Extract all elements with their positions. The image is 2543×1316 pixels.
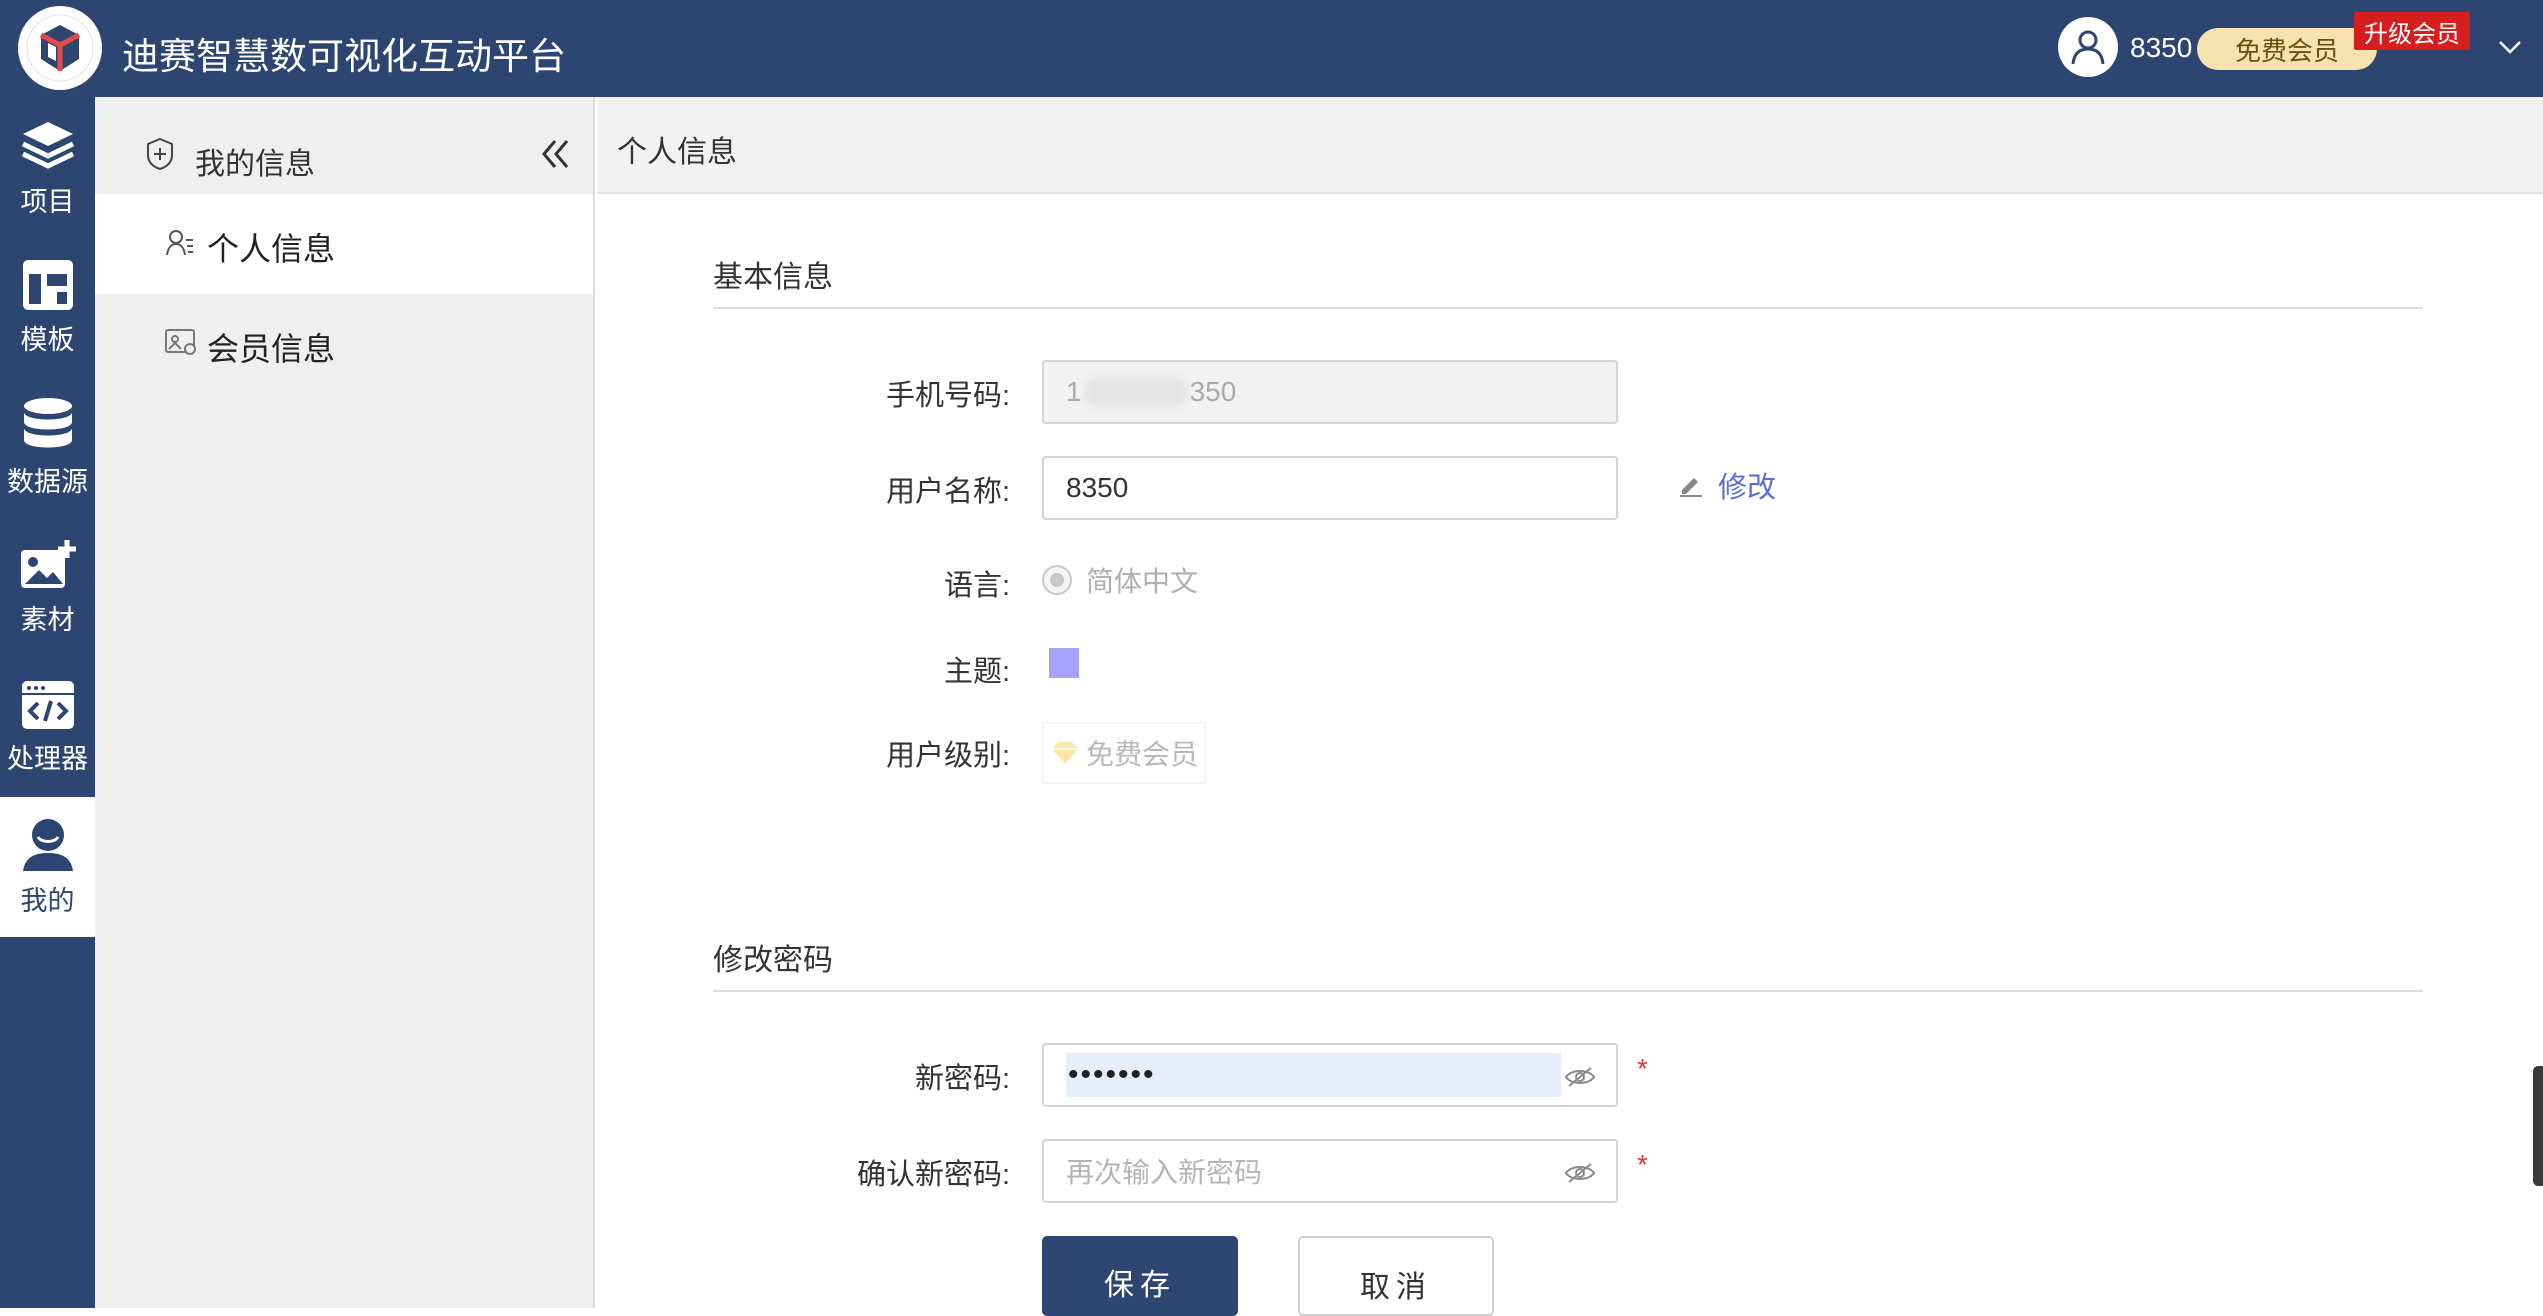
save-button[interactable]: 保存 — [1042, 1236, 1238, 1316]
user-avatar[interactable] — [2058, 17, 2118, 77]
rail-item-mine[interactable]: 我的 — [0, 797, 95, 937]
confirm-password-field[interactable]: 再次输入新密码 — [1042, 1139, 1618, 1203]
edit-label: 修改 — [1718, 472, 1777, 504]
pencil-icon — [1680, 478, 1702, 497]
rail-item-processor[interactable]: 处理器 — [0, 657, 95, 797]
upgrade-member-button[interactable]: 升级会员 — [2354, 12, 2470, 50]
sidebar-item-personal-info[interactable]: 个人信息 — [95, 194, 593, 294]
level-value: 免费会员 — [1086, 739, 1199, 770]
primary-nav-rail: 项目 模板 数据源 素材 处理器 我的 — [0, 97, 95, 1308]
radio-button[interactable] — [1042, 565, 1072, 595]
theme-label: 主题: — [943, 656, 1010, 688]
confirm-password-label: 确认新密码: — [856, 1159, 1010, 1191]
content-header: 个人信息 — [597, 97, 2543, 194]
rail-item-projects[interactable]: 项目 — [0, 97, 95, 237]
phone-field[interactable]: 1 350 — [1042, 360, 1618, 424]
sidebar-item-label: 会员信息 — [207, 331, 336, 367]
required-mark: * — [1637, 1149, 1648, 1180]
rail-item-datasource[interactable]: 数据源 — [0, 377, 95, 517]
new-password-field[interactable]: ••••••• — [1042, 1043, 1618, 1107]
rail-item-assets[interactable]: 素材 — [0, 517, 95, 657]
confirm-password-placeholder: 再次输入新密码 — [1066, 1157, 1263, 1188]
section-divider — [713, 307, 2423, 309]
phone-masked-blur — [1083, 379, 1188, 405]
rail-label: 素材 — [20, 604, 75, 635]
rail-item-templates[interactable]: 模板 — [0, 237, 95, 377]
cancel-button[interactable]: 取消 — [1298, 1236, 1494, 1316]
language-label: 语言: — [943, 570, 1010, 602]
phone-value: 1 — [1066, 376, 1082, 407]
edit-username-button[interactable]: 修改 — [1678, 464, 1776, 506]
image-add-icon — [20, 539, 76, 588]
user-level-tag: 免费会员 — [1042, 722, 1207, 784]
theme-color-swatch[interactable] — [1049, 648, 1079, 678]
rail-label: 数据源 — [7, 466, 88, 497]
rail-label: 我的 — [20, 885, 75, 916]
username-value: 8350 — [1066, 472, 1129, 503]
diamond-icon — [1052, 742, 1078, 764]
sidebar-item-label: 个人信息 — [207, 231, 336, 267]
phone-tail: 350 — [1189, 376, 1237, 407]
rail-label: 模板 — [20, 324, 75, 355]
shield-plus-icon — [147, 137, 173, 171]
new-password-value: ••••••• — [1066, 1053, 1561, 1097]
rail-label: 项目 — [20, 186, 75, 217]
phone-label: 手机号码: — [885, 380, 1010, 412]
language-value: 简体中文 — [1086, 566, 1199, 597]
id-card-icon — [165, 329, 196, 355]
section-divider — [713, 990, 2423, 992]
app-title: 迪赛智慧数可视化互动平台 — [122, 36, 566, 77]
rail-label: 处理器 — [7, 743, 88, 774]
top-header: 迪赛智慧数可视化互动平台 8350 免费会员 升级会员 — [0, 0, 2543, 97]
scrollbar-thumb[interactable] — [2533, 1066, 2543, 1186]
level-label: 用户级别: — [885, 740, 1010, 772]
secondary-sidebar: 我的信息 个人信息 会员信息 — [95, 97, 595, 1308]
eye-off-icon[interactable] — [1564, 1161, 1596, 1185]
sidebar-header: 我的信息 — [95, 97, 595, 194]
layers-icon — [21, 121, 74, 169]
required-mark: * — [1637, 1053, 1648, 1084]
header-username[interactable]: 8350 — [2130, 32, 2192, 64]
logo-icon — [26, 14, 94, 82]
collapse-double-chevron-icon[interactable] — [540, 137, 570, 171]
eye-off-icon[interactable] — [1564, 1065, 1596, 1089]
section-title-basic: 基本信息 — [713, 261, 833, 294]
language-radio[interactable]: 简体中文 — [1042, 560, 1198, 600]
database-icon — [23, 397, 72, 447]
sidebar-item-member-info[interactable]: 会员信息 — [95, 294, 593, 394]
user-list-icon — [166, 230, 193, 256]
section-title-password: 修改密码 — [713, 944, 833, 977]
username-field[interactable]: 8350 — [1042, 456, 1618, 520]
new-password-label: 新密码: — [914, 1063, 1010, 1095]
sidebar-title: 我的信息 — [195, 148, 315, 181]
app-logo[interactable] — [18, 6, 102, 90]
user-icon — [22, 818, 73, 871]
template-icon — [22, 259, 73, 310]
code-window-icon — [21, 680, 74, 729]
page-title: 个人信息 — [617, 136, 737, 169]
username-label: 用户名称: — [885, 476, 1010, 508]
member-badge[interactable]: 免费会员 — [2197, 28, 2377, 70]
user-outline-icon — [2071, 30, 2105, 65]
chevron-down-icon[interactable] — [2496, 36, 2524, 58]
